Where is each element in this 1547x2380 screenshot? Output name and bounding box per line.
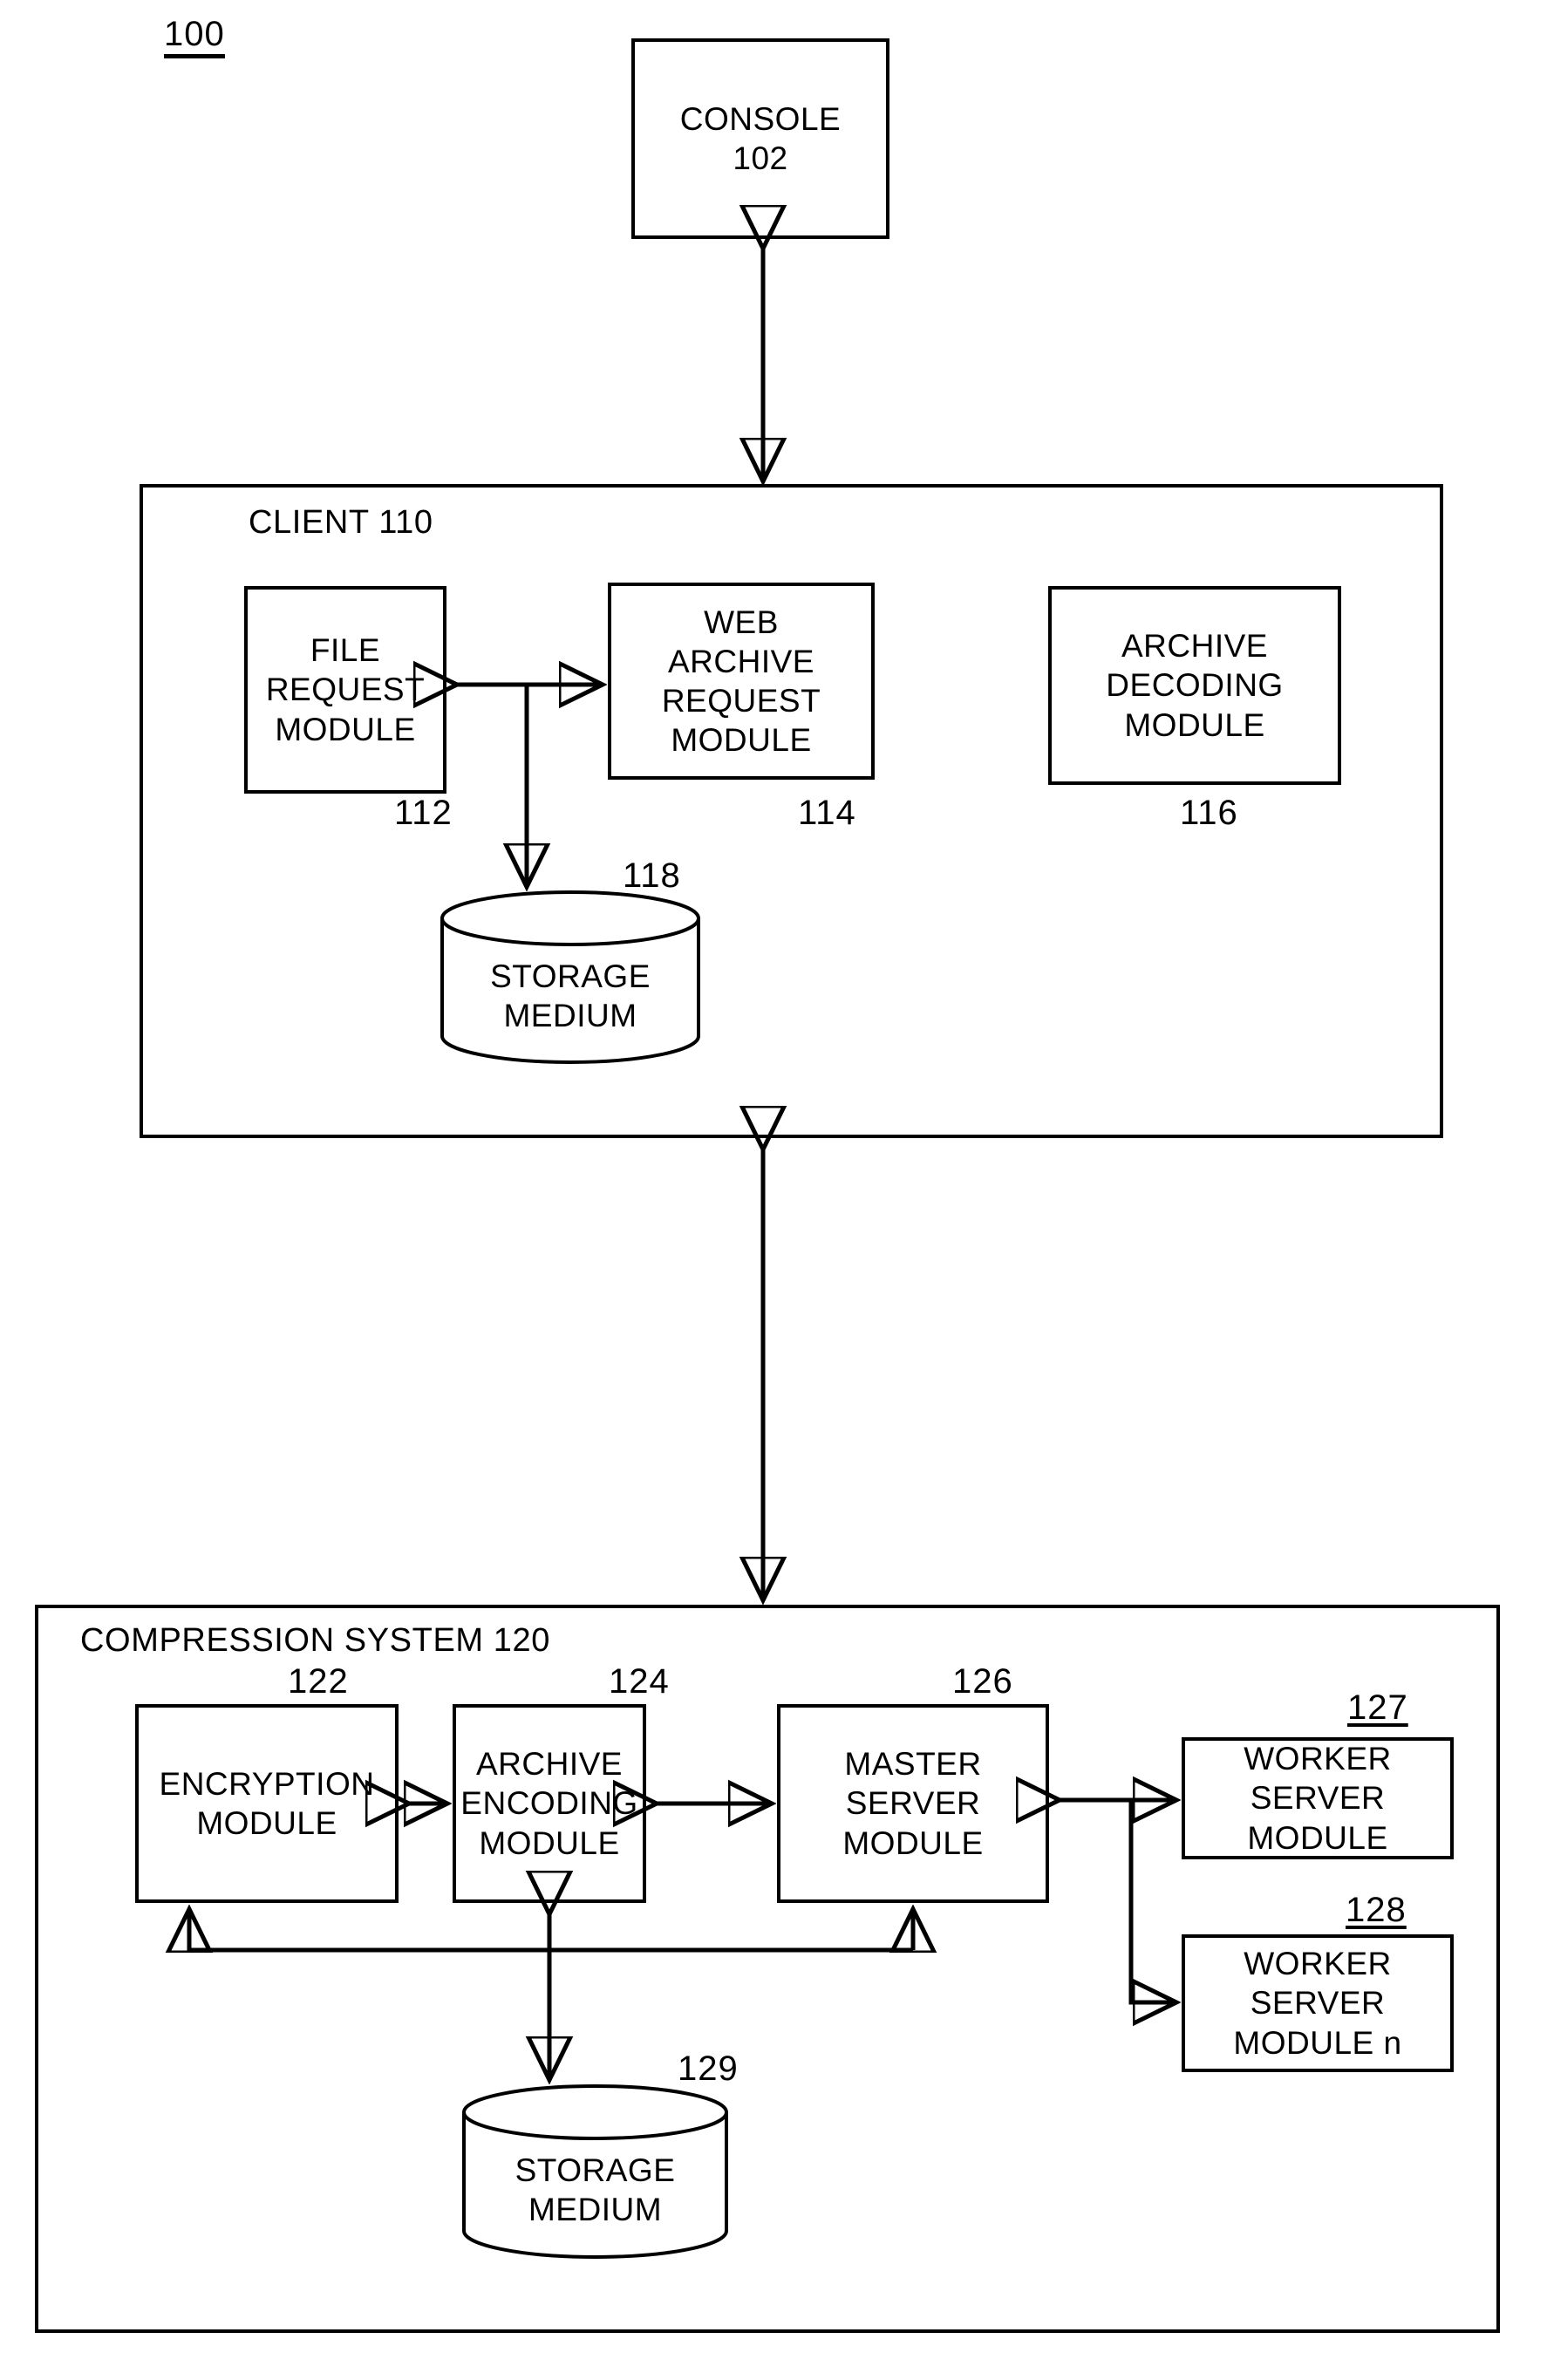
client-storage-medium[interactable]: STORAGE MEDIUM bbox=[440, 890, 700, 1064]
archive-encoding-module-label: ARCHIVE ENCODING MODULE bbox=[460, 1746, 638, 1861]
archive-decoding-module-label: ARCHIVE DECODING MODULE bbox=[1106, 628, 1284, 743]
patent-figure-canvas: 100 CONSOLE 102 CLIENT 110 FILE REQUEST … bbox=[0, 0, 1547, 2380]
web-archive-request-module-label: WEB ARCHIVE REQUEST MODULE bbox=[661, 604, 821, 759]
console-box-label: CONSOLE 102 bbox=[679, 100, 842, 176]
ref-number-128: 128 bbox=[1346, 1891, 1407, 1929]
ref-number-118: 118 bbox=[623, 856, 681, 895]
ref-number-116: 116 bbox=[1180, 794, 1238, 832]
compression-storage-medium[interactable]: STORAGE MEDIUM bbox=[462, 2084, 728, 2259]
encryption-module-label: ENCRYPTION MODULE bbox=[159, 1765, 375, 1841]
ref-number-114: 114 bbox=[798, 794, 856, 832]
worker-server-module-label: WORKER SERVER MODULE bbox=[1244, 1741, 1392, 1856]
ref-number-126: 126 bbox=[952, 1662, 1013, 1701]
figure-number: 100 bbox=[164, 16, 225, 58]
encryption-module-box[interactable]: ENCRYPTION MODULE bbox=[135, 1704, 399, 1903]
compression-storage-medium-label: STORAGE MEDIUM bbox=[515, 2152, 676, 2228]
ref-number-122: 122 bbox=[288, 1662, 349, 1701]
console-box[interactable]: CONSOLE 102 bbox=[631, 38, 889, 239]
ref-number-129: 129 bbox=[678, 2049, 739, 2088]
file-request-module-box[interactable]: FILE REQUEST MODULE bbox=[244, 586, 446, 794]
client-storage-medium-label: STORAGE MEDIUM bbox=[490, 958, 651, 1034]
master-server-module-label: MASTER SERVER MODULE bbox=[842, 1746, 984, 1861]
web-archive-request-module-box[interactable]: WEB ARCHIVE REQUEST MODULE bbox=[608, 583, 875, 780]
archive-decoding-module-box[interactable]: ARCHIVE DECODING MODULE bbox=[1048, 586, 1341, 785]
ref-number-112: 112 bbox=[394, 794, 453, 832]
ref-number-124: 124 bbox=[609, 1662, 670, 1701]
worker-server-module-n-label: WORKER SERVER MODULE n bbox=[1233, 1946, 1402, 2061]
master-server-module-box[interactable]: MASTER SERVER MODULE bbox=[777, 1704, 1049, 1903]
worker-server-module-box[interactable]: WORKER SERVER MODULE bbox=[1182, 1737, 1454, 1859]
archive-encoding-module-box[interactable]: ARCHIVE ENCODING MODULE bbox=[453, 1704, 646, 1903]
file-request-module-label: FILE REQUEST MODULE bbox=[265, 632, 426, 747]
client-container-label: CLIENT 110 bbox=[249, 504, 433, 541]
ref-number-127: 127 bbox=[1347, 1688, 1408, 1727]
worker-server-module-n-box[interactable]: WORKER SERVER MODULE n bbox=[1182, 1934, 1454, 2072]
compression-system-container-label: COMPRESSION SYSTEM 120 bbox=[80, 1622, 551, 1659]
